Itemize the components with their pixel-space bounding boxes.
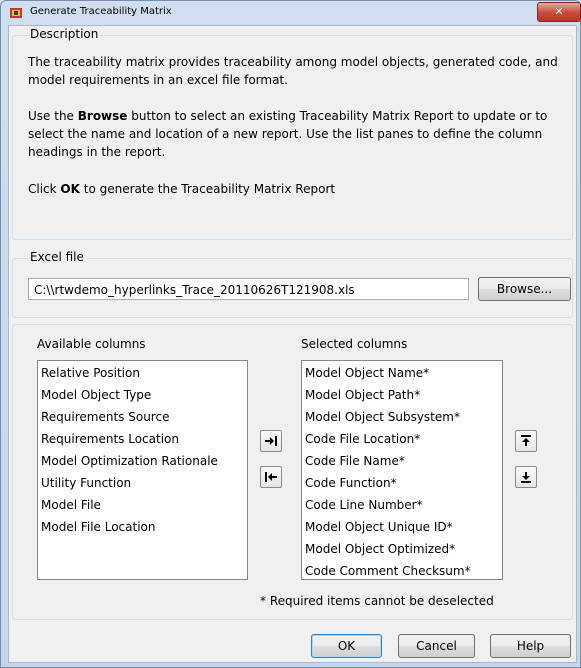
dialog-body: Description The traceability matrix prov… bbox=[8, 25, 577, 663]
close-button[interactable]: ✕ bbox=[537, 2, 581, 22]
paragraph-3-text-b: to generate the Traceability Matrix Repo… bbox=[79, 182, 336, 196]
remove-column-button[interactable] bbox=[260, 466, 282, 488]
help-button[interactable]: Help bbox=[490, 634, 571, 658]
list-item[interactable]: Model Object Optimized* bbox=[305, 538, 502, 560]
selected-columns-list[interactable]: Model Object Name* Model Object Path* Mode… bbox=[301, 360, 503, 580]
app-icon bbox=[9, 6, 23, 20]
list-item[interactable]: Requirements Location bbox=[41, 428, 247, 450]
selected-columns-label: Selected columns bbox=[301, 337, 408, 351]
available-columns-label: Available columns bbox=[37, 337, 146, 351]
excel-file-legend: Excel file bbox=[28, 250, 86, 264]
description-paragraph-2: Use the Browse button to select an exist… bbox=[28, 107, 568, 161]
list-item[interactable]: Relative Position bbox=[41, 362, 247, 384]
list-item[interactable]: Model Object Path* bbox=[305, 384, 502, 406]
move-right-icon bbox=[265, 436, 277, 446]
add-column-button[interactable] bbox=[260, 430, 282, 452]
paragraph-3-text-a: Click bbox=[28, 182, 61, 196]
list-item[interactable]: Code Comment Checksum* bbox=[305, 560, 502, 582]
excel-file-path-input[interactable]: C:\\rtwdemo_hyperlinks_Trace_20110626T12… bbox=[28, 278, 469, 300]
list-item[interactable]: Requirements Source bbox=[41, 406, 247, 428]
move-left-icon bbox=[265, 472, 277, 482]
list-item[interactable]: Code File Location* bbox=[305, 428, 502, 450]
window-title: Generate Traceability Matrix bbox=[30, 6, 172, 17]
list-item[interactable]: Code Line Number* bbox=[305, 494, 502, 516]
list-item[interactable]: Model Object Name* bbox=[305, 362, 502, 384]
list-item[interactable]: Model Object Type bbox=[41, 384, 247, 406]
list-item[interactable]: Model Object Unique ID* bbox=[305, 516, 502, 538]
title-bar[interactable]: Generate Traceability Matrix ✕ bbox=[1, 1, 581, 25]
list-item[interactable]: Model File Location bbox=[41, 516, 247, 538]
move-down-icon bbox=[521, 472, 531, 483]
browse-keyword: Browse bbox=[77, 109, 128, 123]
description-paragraph-1: The traceability matrix provides traceab… bbox=[28, 55, 558, 87]
dialog-window: Generate Traceability Matrix ✕ Descripti… bbox=[0, 0, 581, 668]
cancel-button[interactable]: Cancel bbox=[398, 634, 475, 658]
list-item[interactable]: Model Optimization Rationale bbox=[41, 450, 247, 472]
paragraph-2-text-a: Use the bbox=[28, 109, 78, 123]
list-item[interactable]: Code Function* bbox=[305, 472, 502, 494]
list-item[interactable]: Model Object Subsystem* bbox=[305, 406, 502, 428]
available-columns-list[interactable]: Relative Position Model Object Type Requir… bbox=[37, 360, 248, 580]
required-items-note: * Required items cannot be deselected bbox=[260, 594, 494, 608]
list-item[interactable]: Utility Function bbox=[41, 472, 247, 494]
ok-button[interactable]: OK bbox=[311, 634, 382, 658]
description-legend: Description bbox=[28, 27, 101, 41]
ok-keyword: OK bbox=[60, 182, 80, 196]
list-item[interactable]: Code File Name* bbox=[305, 450, 502, 472]
move-up-icon bbox=[521, 435, 531, 446]
button-bar: OK Cancel Help bbox=[9, 624, 576, 662]
browse-button[interactable]: Browse... bbox=[478, 277, 571, 301]
move-up-button[interactable] bbox=[515, 430, 537, 452]
move-down-button[interactable] bbox=[515, 466, 537, 488]
description-paragraph-3: Click OK to generate the Traceability Ma… bbox=[28, 180, 568, 198]
list-item[interactable]: Model File bbox=[41, 494, 247, 516]
close-icon: ✕ bbox=[554, 5, 564, 18]
